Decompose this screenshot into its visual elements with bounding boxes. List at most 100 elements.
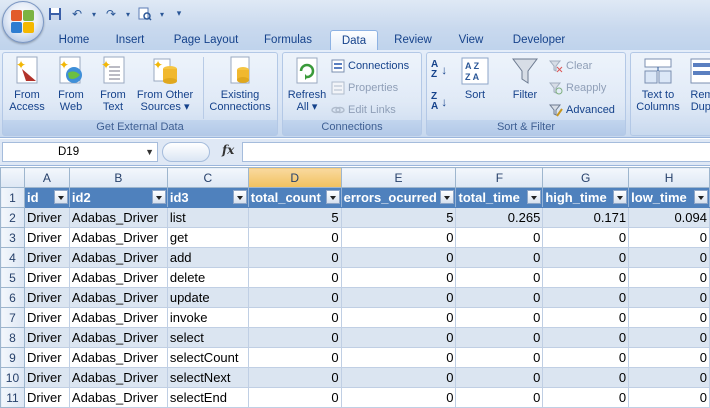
row-header[interactable]: 8 — [0, 327, 25, 348]
table-cell[interactable]: 0 — [628, 367, 710, 388]
table-cell[interactable]: 0 — [340, 307, 457, 328]
table-cell[interactable]: 0 — [340, 327, 457, 348]
column-header[interactable]: B — [68, 167, 168, 188]
table-cell[interactable]: 0 — [455, 227, 544, 248]
table-cell[interactable]: selectEnd — [166, 387, 249, 408]
remove-duplicates-button[interactable]: Rem Dupl — [687, 55, 710, 113]
table-cell[interactable]: 0 — [628, 347, 710, 368]
edit-links-button[interactable]: Edit Links — [331, 101, 396, 119]
advanced-button[interactable]: Advanced — [548, 101, 615, 119]
save-icon[interactable] — [46, 5, 64, 23]
table-cell[interactable]: Adabas_Driver — [68, 267, 168, 288]
table-cell[interactable]: 0 — [247, 347, 342, 368]
table-cell[interactable]: 0 — [455, 327, 544, 348]
table-header-cell[interactable]: id3 — [166, 187, 249, 208]
table-cell[interactable]: 0 — [628, 307, 710, 328]
refresh-all-button[interactable]: Refresh All ▾ — [285, 55, 329, 113]
row-header[interactable]: 11 — [0, 387, 25, 408]
from-web-button[interactable]: ✦ From Web — [51, 55, 91, 113]
tab-review[interactable]: Review — [388, 30, 438, 50]
undo-icon[interactable]: ↶ — [68, 5, 86, 23]
table-cell[interactable]: selectCount — [166, 347, 249, 368]
formula-bar-resize-handle[interactable] — [162, 142, 210, 162]
column-header[interactable]: A — [23, 167, 70, 188]
table-cell[interactable]: 0 — [542, 287, 630, 308]
table-cell[interactable]: 0 — [455, 387, 544, 408]
name-box[interactable]: D19 ▼ — [2, 142, 158, 162]
table-cell[interactable]: 0 — [247, 227, 342, 248]
row-header[interactable]: 9 — [0, 347, 25, 368]
tab-page-layout[interactable]: Page Layout — [168, 30, 244, 50]
table-cell[interactable]: get — [166, 227, 249, 248]
tab-insert[interactable]: Insert — [108, 30, 152, 50]
select-all-corner[interactable] — [0, 167, 25, 188]
table-cell[interactable]: select — [166, 327, 249, 348]
table-cell[interactable]: Adabas_Driver — [68, 287, 168, 308]
column-header[interactable]: E — [340, 167, 457, 188]
table-cell[interactable]: 0 — [340, 227, 457, 248]
table-cell[interactable]: 0 — [340, 387, 457, 408]
table-cell[interactable]: list — [166, 207, 249, 228]
connections-button[interactable]: Connections — [331, 57, 409, 75]
table-cell[interactable]: Adabas_Driver — [68, 387, 168, 408]
table-cell[interactable]: 0 — [542, 367, 630, 388]
sort-a-to-z-button[interactable]: A Z ↓ — [431, 60, 447, 80]
table-header-cell[interactable]: total_time — [455, 187, 544, 208]
table-cell[interactable]: 0 — [542, 307, 630, 328]
table-cell[interactable]: 0.094 — [628, 207, 710, 228]
redo-dropdown-icon[interactable]: ▾ — [124, 5, 132, 23]
existing-connections-button[interactable]: Existing Connections — [205, 55, 275, 113]
filter-dropdown-icon[interactable] — [527, 190, 542, 204]
clear-button[interactable]: Clear — [548, 57, 592, 75]
table-cell[interactable]: 0.171 — [542, 207, 630, 228]
table-cell[interactable]: Driver — [23, 387, 70, 408]
table-cell[interactable]: 0 — [247, 247, 342, 268]
table-cell[interactable]: update — [166, 287, 249, 308]
tab-data[interactable]: Data — [330, 30, 378, 50]
table-cell[interactable]: 0 — [628, 287, 710, 308]
filter-button[interactable]: Filter — [507, 55, 543, 101]
column-header[interactable]: C — [166, 167, 249, 188]
column-header-selected[interactable]: D — [247, 167, 342, 188]
table-cell[interactable]: Driver — [23, 347, 70, 368]
filter-dropdown-icon[interactable] — [53, 190, 68, 204]
table-header-cell[interactable]: id — [23, 187, 70, 208]
reapply-button[interactable]: Reapply — [548, 79, 606, 97]
filter-dropdown-icon[interactable] — [151, 190, 166, 204]
row-header[interactable]: 5 — [0, 267, 25, 288]
table-cell[interactable]: 0 — [542, 387, 630, 408]
sort-z-to-a-button[interactable]: Z A ↓ — [431, 92, 447, 112]
customize-qat-icon[interactable]: ▾ — [170, 5, 188, 23]
row-header[interactable]: 6 — [0, 287, 25, 308]
table-cell[interactable]: 0 — [542, 327, 630, 348]
table-cell[interactable]: Adabas_Driver — [68, 227, 168, 248]
column-header[interactable]: H — [628, 167, 710, 188]
table-cell[interactable]: 0 — [455, 287, 544, 308]
table-header-cell[interactable]: total_count — [247, 187, 342, 208]
print-preview-dropdown-icon[interactable]: ▾ — [158, 5, 166, 23]
row-header[interactable]: 2 — [0, 207, 25, 228]
table-cell[interactable]: 0 — [542, 247, 630, 268]
table-cell[interactable]: Adabas_Driver — [68, 207, 168, 228]
table-cell[interactable]: Driver — [23, 227, 70, 248]
table-cell[interactable]: 0 — [247, 307, 342, 328]
table-cell[interactable]: Driver — [23, 307, 70, 328]
column-header[interactable]: G — [542, 167, 630, 188]
sort-button[interactable]: A ZZ A Sort — [457, 55, 493, 101]
table-cell[interactable]: 0 — [628, 267, 710, 288]
filter-dropdown-icon[interactable] — [613, 190, 628, 204]
filter-dropdown-icon[interactable] — [232, 190, 247, 204]
row-header[interactable]: 4 — [0, 247, 25, 268]
table-header-cell[interactable]: id2 — [68, 187, 168, 208]
row-header[interactable]: 1 — [0, 187, 25, 208]
undo-dropdown-icon[interactable]: ▾ — [90, 5, 98, 23]
table-cell[interactable]: Driver — [23, 207, 70, 228]
table-cell[interactable]: 5 — [340, 207, 457, 228]
table-cell[interactable]: delete — [166, 267, 249, 288]
table-cell[interactable]: Adabas_Driver — [68, 347, 168, 368]
table-cell[interactable]: 0 — [340, 347, 457, 368]
column-header[interactable]: F — [455, 167, 544, 188]
table-cell[interactable]: 0 — [628, 247, 710, 268]
table-cell[interactable]: 0.265 — [455, 207, 544, 228]
table-cell[interactable]: selectNext — [166, 367, 249, 388]
